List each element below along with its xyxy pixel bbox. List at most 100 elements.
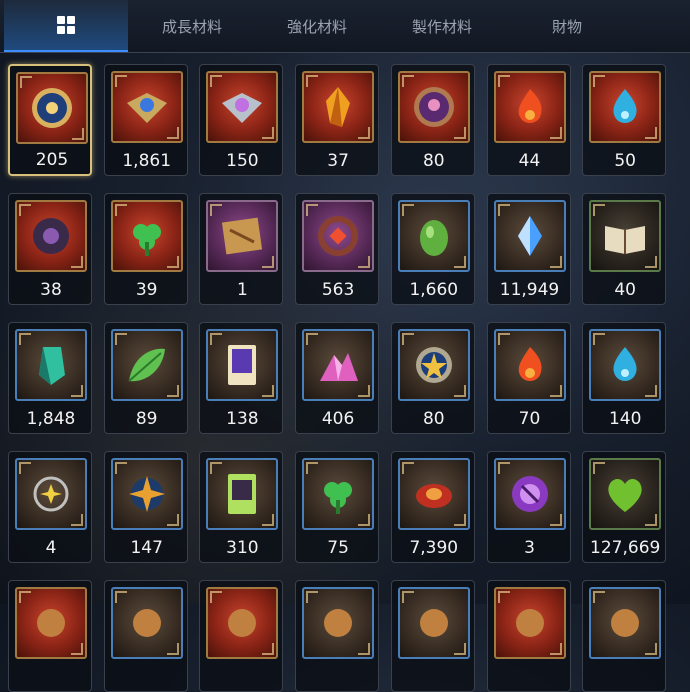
partial-item-icon: [228, 609, 257, 637]
inventory-item[interactable]: 80: [390, 64, 475, 176]
inventory-item[interactable]: [486, 580, 571, 692]
item-count: 138: [226, 409, 259, 429]
item-frame: [110, 587, 183, 659]
item-frame: [397, 71, 470, 143]
item-count: 4: [45, 538, 57, 558]
inventory-item[interactable]: 80: [390, 322, 475, 434]
dark-ring-charm-icon: [33, 218, 69, 254]
item-frame: [302, 458, 375, 530]
inventory-item[interactable]: 40: [582, 193, 667, 305]
tab-bar: 成長材料 強化材料 製作材料 財物: [0, 0, 690, 53]
item-frame: [302, 200, 375, 272]
inventory-item[interactable]: 138: [199, 322, 284, 434]
item-frame: [110, 329, 183, 401]
item-count: 80: [422, 151, 445, 171]
inventory-item[interactable]: 37: [295, 64, 380, 176]
fire-charm-icon: [518, 347, 542, 381]
item-count: 44: [518, 151, 541, 171]
item-frame: [397, 587, 470, 659]
item-count: 37: [327, 151, 349, 171]
purple-seal-icon: [511, 476, 548, 512]
inventory-item[interactable]: 70: [486, 322, 571, 434]
partial-item-icon: [419, 609, 448, 637]
item-count: 50: [614, 151, 636, 171]
item-frame: [206, 329, 279, 401]
item-count: 406: [321, 409, 355, 429]
purple-card-icon: [228, 345, 257, 385]
green-leaf-icon: [128, 348, 165, 382]
inventory-item[interactable]: 147: [103, 451, 188, 563]
item-frame: [206, 200, 279, 272]
green-card-icon: [228, 474, 257, 514]
inventory-item[interactable]: [390, 580, 475, 692]
inventory-item[interactable]: 50: [582, 64, 667, 176]
item-count: 310: [226, 538, 259, 558]
inventory-item[interactable]: [199, 580, 284, 692]
red-bracelet-icon: [415, 484, 452, 508]
item-frame: [493, 329, 566, 401]
inventory-item[interactable]: 4: [8, 451, 92, 563]
grid-icon: [57, 16, 75, 34]
tab-all[interactable]: [4, 0, 128, 52]
clover-charm-icon: [132, 224, 161, 256]
item-frame: [15, 329, 87, 401]
item-count: 38: [40, 280, 62, 300]
tab-valuables[interactable]: 財物: [505, 0, 629, 52]
inventory-item[interactable]: 3: [486, 451, 571, 563]
inventory-item[interactable]: [8, 580, 92, 692]
item-count: 7,390: [409, 538, 459, 558]
blue-eye-emblem-icon: [126, 93, 167, 123]
inventory-item[interactable]: 1: [199, 193, 284, 305]
inventory-item[interactable]: 38: [8, 193, 92, 305]
item-frame: [397, 458, 470, 530]
inventory-item[interactable]: 150: [199, 64, 284, 176]
item-frame: [16, 72, 88, 144]
item-frame: [110, 71, 183, 143]
inventory-item[interactable]: 44: [486, 64, 571, 176]
item-count: 1,848: [26, 409, 76, 429]
inventory-item[interactable]: 75: [295, 451, 380, 563]
item-frame: [493, 587, 566, 659]
item-count: 75: [327, 538, 349, 558]
inventory-item[interactable]: 1,861: [103, 64, 188, 176]
inventory-item[interactable]: 140: [582, 322, 667, 434]
inventory-item[interactable]: 1,660: [390, 193, 475, 305]
item-count: 147: [130, 538, 163, 558]
clover-charm-icon: [324, 482, 353, 514]
star-charm-icon: [33, 476, 69, 512]
inventory-item[interactable]: [582, 580, 667, 692]
item-count: 563: [321, 280, 355, 300]
inventory-item[interactable]: 127,669: [582, 451, 667, 563]
inventory-item[interactable]: 39: [103, 193, 188, 305]
item-count: 3: [524, 538, 535, 558]
item-frame: [206, 71, 279, 143]
inventory-item[interactable]: 7,390: [390, 451, 475, 563]
inventory-item[interactable]: 1,848: [8, 322, 92, 434]
inventory-item[interactable]: 89: [103, 322, 188, 434]
inventory-item[interactable]: 310: [199, 451, 284, 563]
item-frame: [397, 329, 470, 401]
item-count: 1,660: [409, 280, 459, 300]
item-count: 80: [422, 409, 445, 429]
tab-growth-materials[interactable]: 成長材料: [130, 0, 254, 52]
item-count: 1,861: [122, 151, 172, 171]
purple-pearl-medallion-icon: [413, 87, 454, 127]
tab-craft-materials[interactable]: 製作材料: [380, 0, 504, 52]
partial-item-icon: [132, 609, 161, 637]
inventory-item[interactable]: [103, 580, 188, 692]
inventory-item[interactable]: 11,949: [486, 193, 571, 305]
item-frame: [589, 71, 662, 143]
partial-item-icon: [515, 609, 544, 637]
item-count: 1: [236, 280, 248, 300]
star-medallion-icon: [415, 347, 452, 383]
item-frame: [589, 200, 662, 272]
item-frame: [206, 587, 279, 659]
inventory-item[interactable]: [295, 580, 380, 692]
item-count: 11,949: [499, 280, 560, 300]
inventory-item[interactable]: 205: [8, 64, 92, 176]
inventory-item[interactable]: 406: [295, 322, 380, 434]
tab-enhance-materials[interactable]: 強化材料: [255, 0, 379, 52]
item-frame: [206, 458, 279, 530]
item-frame: [15, 200, 87, 272]
inventory-item[interactable]: 563: [295, 193, 380, 305]
